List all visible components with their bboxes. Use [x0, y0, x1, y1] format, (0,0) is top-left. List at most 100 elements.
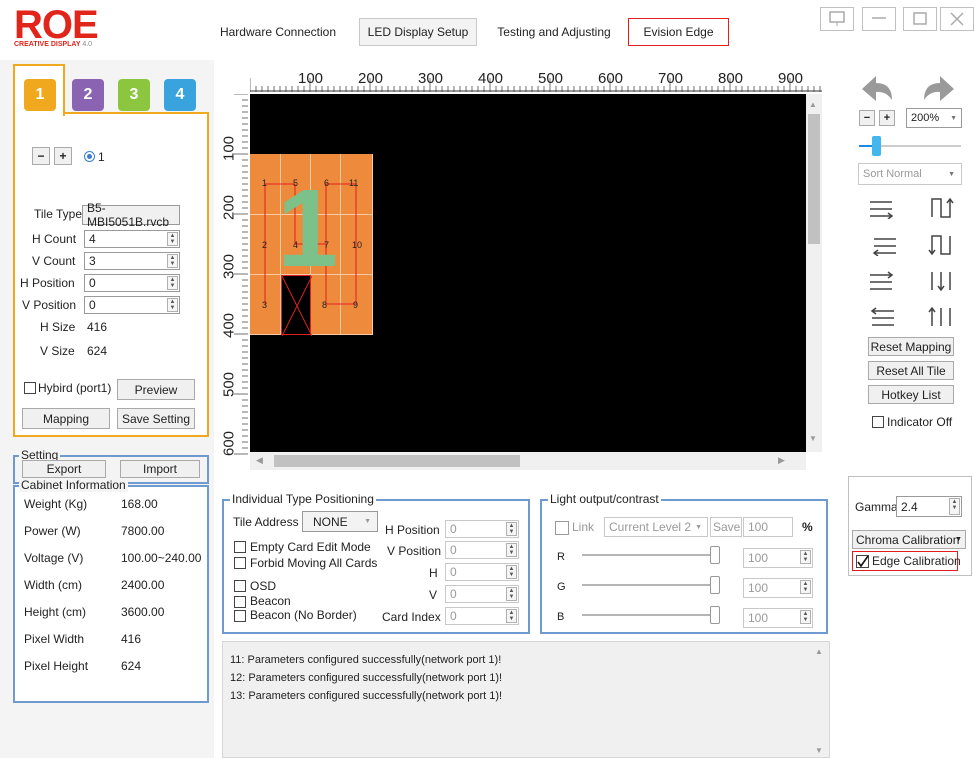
r-label: R — [557, 551, 565, 563]
itp-card-index-input[interactable]: 0 ▲ ▼ — [445, 607, 519, 625]
scroll-down-arrow[interactable]: ▼ — [809, 434, 817, 443]
b-value-input[interactable]: 100 ▲ ▼ — [743, 608, 813, 628]
edge-calibration-checkbox[interactable] — [856, 555, 869, 568]
direction-up-down-icon[interactable] — [928, 195, 958, 221]
reset-all-tile-button[interactable]: Reset All Tile — [868, 361, 954, 380]
tile-label: 6 — [324, 178, 330, 188]
zoom-slider[interactable] — [859, 136, 961, 156]
canvas-vertical-scrollbar[interactable]: ▲ ▼ — [806, 94, 822, 452]
itp-h-position-input[interactable]: 0 ▲ ▼ — [445, 520, 519, 538]
b-slider[interactable] — [582, 606, 722, 624]
link-label: Link — [572, 520, 595, 534]
undo-arrow-icon — [862, 76, 892, 101]
h-count-input[interactable]: 4 ▲ ▼ — [84, 230, 180, 248]
add-port-button[interactable]: + — [54, 147, 72, 165]
empty-card-edit-checkbox[interactable] — [234, 541, 246, 553]
port-radio-label: 1 — [98, 150, 105, 164]
beacon-no-border-checkbox[interactable] — [234, 610, 246, 622]
port-tab-4[interactable]: 4 — [164, 79, 196, 111]
beacon-checkbox[interactable] — [234, 596, 246, 608]
tile-type-field[interactable]: B5-MBI5051B.rvcb — [82, 201, 180, 229]
log-panel[interactable]: 11: Parameters configured successfully(n… — [222, 641, 830, 758]
port-radio[interactable] — [84, 151, 95, 162]
close-button[interactable] — [940, 7, 974, 31]
scroll-thumb[interactable] — [808, 114, 820, 244]
port-tab-1[interactable]: 1 — [24, 79, 56, 111]
display-canvas[interactable]: 1 1 5 6 11 2 4 7 10 3 8 9 — [250, 94, 806, 452]
canvas-horizontal-scrollbar[interactable]: ◀ ▶ — [250, 452, 806, 470]
import-button[interactable]: Import — [120, 460, 200, 478]
b-slider-thumb[interactable] — [710, 606, 720, 624]
zoom-in-button[interactable]: + — [879, 110, 895, 126]
chevron-down-icon: ▼ — [950, 114, 957, 122]
tab-evision-edge[interactable]: Evision Edge — [628, 18, 729, 46]
direction-snake-left-icon[interactable] — [868, 306, 898, 328]
remove-port-button[interactable]: − — [32, 147, 50, 165]
export-button[interactable]: Export — [22, 460, 106, 478]
itp-v-position-input[interactable]: 0 ▲ ▼ — [445, 541, 519, 559]
tab-hardware-connection[interactable]: Hardware Connection — [218, 18, 338, 46]
preview-button[interactable]: Preview — [117, 379, 195, 400]
forbid-moving-checkbox[interactable] — [234, 557, 246, 569]
g-value-input[interactable]: 100 ▲ ▼ — [743, 578, 813, 598]
gamma-label: Gamma — [855, 500, 898, 514]
undo-button[interactable] — [858, 72, 898, 106]
direction-down-up-icon[interactable] — [928, 232, 958, 258]
zoom-select[interactable]: 200% ▼ — [906, 108, 962, 128]
r-value-input[interactable]: 100 ▲ ▼ — [743, 548, 813, 568]
g-slider[interactable] — [582, 576, 722, 594]
r-slider-thumb[interactable] — [710, 546, 720, 564]
level-value-input[interactable]: 100 — [743, 517, 793, 537]
zoom-slider-thumb[interactable] — [872, 136, 881, 156]
scroll-right-arrow[interactable]: ▶ — [778, 455, 785, 466]
gamma-input[interactable]: 2.4 ▲ ▼ — [896, 496, 962, 517]
itp-v-input[interactable]: 0 ▲ ▼ — [445, 585, 519, 603]
tab-testing-adjusting[interactable]: Testing and Adjusting — [494, 18, 614, 46]
maximize-button[interactable] — [903, 7, 937, 31]
tile-address-select[interactable]: NONE ▼ — [302, 511, 378, 532]
zoom-out-button[interactable]: − — [859, 110, 875, 126]
save-setting-button[interactable]: Save Setting — [117, 408, 195, 429]
direction-left-right-icon[interactable] — [868, 197, 898, 219]
scroll-up-arrow[interactable]: ▲ — [809, 100, 817, 109]
ruler-v-label: 400 — [220, 312, 238, 339]
tile-label: 3 — [262, 300, 268, 310]
redo-button[interactable] — [918, 72, 958, 106]
log-scroll-up[interactable]: ▲ — [815, 647, 823, 656]
indicator-off-checkbox[interactable] — [872, 416, 884, 428]
h-size-label: H Size — [40, 320, 76, 334]
direction-right-left-icon[interactable] — [868, 234, 898, 256]
hotkey-list-button[interactable]: Hotkey List — [868, 385, 954, 404]
chroma-calibration-select[interactable]: Chroma Calibration ▼ — [852, 530, 966, 549]
link-checkbox[interactable] — [555, 521, 569, 535]
log-scroll-down[interactable]: ▼ — [815, 746, 823, 755]
osd-checkbox[interactable] — [234, 580, 246, 592]
port-tab-3[interactable]: 3 — [118, 79, 150, 111]
ruler-h-label: 600 — [598, 70, 624, 87]
cabinet-row-value: 7800.00 — [121, 524, 165, 538]
g-slider-thumb[interactable] — [710, 576, 720, 594]
level-select[interactable]: Current Level 2 ▼ — [604, 517, 708, 537]
ruler-h-label: 800 — [718, 70, 744, 87]
direction-snake-right-icon[interactable] — [868, 270, 898, 292]
port-tab-2[interactable]: 2 — [72, 79, 104, 111]
direction-snake-down-icon[interactable] — [928, 268, 958, 294]
mapping-button[interactable]: Mapping — [22, 408, 110, 429]
minimize-icon — [872, 17, 886, 19]
save-level-button[interactable]: Save — [710, 517, 742, 537]
direction-snake-up-icon[interactable] — [928, 304, 958, 330]
v-position-input[interactable]: 0 ▲ ▼ — [84, 296, 180, 314]
r-slider[interactable] — [582, 546, 722, 564]
scroll-left-arrow[interactable]: ◀ — [256, 455, 263, 466]
sort-select[interactable]: Sort Normal ▼ — [858, 163, 962, 185]
v-count-input[interactable]: 3 ▲ ▼ — [84, 252, 180, 270]
tab-led-display-setup[interactable]: LED Display Setup — [359, 18, 477, 46]
tab-label: Evision Edge — [643, 25, 714, 39]
itp-h-input[interactable]: 0 ▲ ▼ — [445, 563, 519, 581]
minimize-button[interactable] — [862, 7, 896, 31]
monitor-button[interactable] — [820, 7, 854, 31]
hscroll-thumb[interactable] — [274, 455, 520, 467]
hybird-checkbox[interactable] — [24, 382, 36, 394]
reset-mapping-button[interactable]: Reset Mapping — [868, 337, 954, 356]
h-position-input[interactable]: 0 ▲ ▼ — [84, 274, 180, 292]
